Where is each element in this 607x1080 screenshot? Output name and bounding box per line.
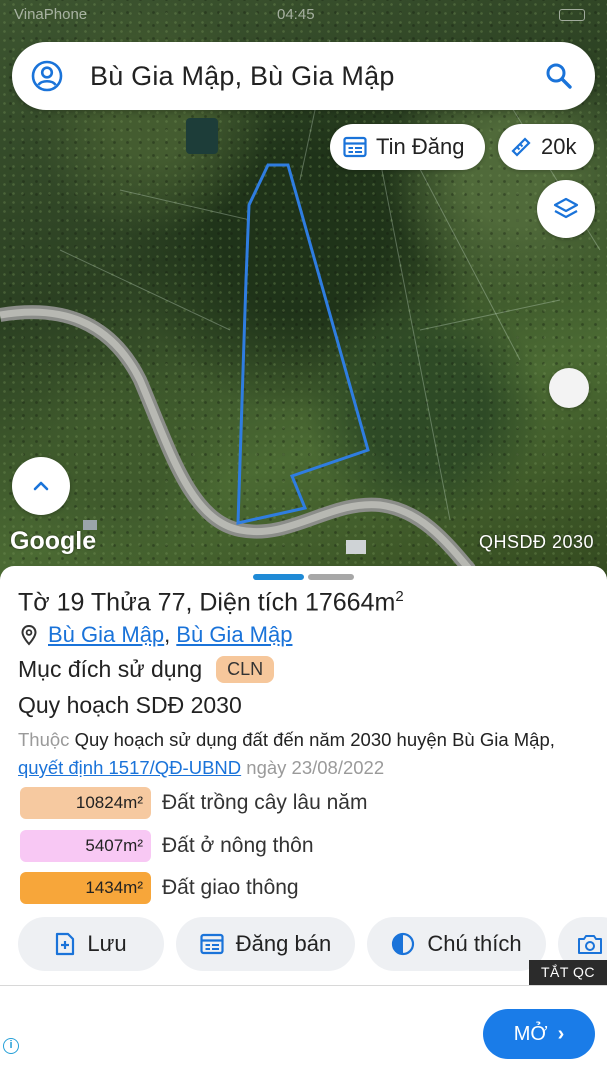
- plan-layer-badge: QHSDĐ 2030: [478, 532, 594, 552]
- parcel-boundary: [236, 163, 370, 525]
- search-icon[interactable]: [543, 60, 575, 92]
- area-value-pill: 5407m²: [20, 830, 151, 862]
- location-pin-icon: [21, 624, 37, 646]
- pond: [186, 118, 218, 154]
- post-for-sale-label: Đăng bán: [235, 931, 332, 956]
- legend-button[interactable]: Chú thích: [367, 917, 546, 971]
- search-bar[interactable]: Bù Gia Mập, Bù Gia Mập: [12, 42, 595, 110]
- ad-open-label: MỞ: [513, 1022, 548, 1045]
- ad-open-button[interactable]: MỞ ›: [483, 1009, 595, 1059]
- area-value-pill: 10824m²: [20, 787, 151, 819]
- plan-description: Thuộc Quy hoạch sử dụng đất đến năm 2030…: [18, 726, 588, 782]
- calendar-list-icon: [343, 136, 367, 158]
- status-bar: VinaPhone 04:45: [0, 0, 607, 30]
- plan-date: ngày 23/08/2022: [246, 757, 385, 778]
- sheet-handle-inactive[interactable]: [308, 574, 354, 580]
- opacity-slider-knob[interactable]: [549, 368, 589, 408]
- land-usage-row: Mục đích sử dụng CLN: [18, 656, 275, 683]
- add-photo-icon: [578, 935, 602, 954]
- plan-name: Quy hoạch sử dụng đất đến năm 2030 huyện…: [74, 729, 555, 750]
- plan-prefix: Thuộc: [18, 729, 70, 750]
- expand-up-button[interactable]: [12, 457, 70, 515]
- battery-icon: [559, 9, 585, 21]
- carrier-label: VinaPhone: [14, 6, 88, 23]
- add-bookmark-icon: [56, 932, 75, 956]
- chevron-right-icon: ›: [557, 1022, 565, 1045]
- save-button[interactable]: Lưu: [18, 917, 164, 971]
- post-for-sale-button[interactable]: Đăng bán: [176, 917, 355, 971]
- location-row: Bù Gia Mập , Bù Gia Mập: [20, 622, 292, 648]
- area-label: Đất giao thông: [162, 876, 299, 899]
- chevron-up-icon: [33, 481, 49, 491]
- scale-chip[interactable]: 20k: [498, 124, 594, 170]
- area-row: 5407m² Đất ở nông thôn: [20, 829, 314, 863]
- calendar-list-icon: [200, 933, 224, 955]
- sheet-handle-active[interactable]: [253, 574, 304, 580]
- listings-chip-label: Tin Đăng: [376, 134, 465, 159]
- area-unit-superscript: 2: [395, 588, 404, 605]
- plan-decision-link[interactable]: quyết định 1517/QĐ-UBND: [18, 757, 241, 778]
- land-usage-label: Mục đích sử dụng: [18, 656, 203, 682]
- search-input[interactable]: Bù Gia Mập, Bù Gia Mập: [90, 61, 395, 92]
- area-label: Đất ở nông thôn: [162, 834, 314, 857]
- area-value-pill: 1434m²: [20, 872, 151, 904]
- ad-info-icon[interactable]: i: [3, 1038, 19, 1054]
- land-usage-code-badge: CLN: [216, 656, 275, 683]
- parcel-info-sheet: Tờ 19 Thửa 77, Diện tích 17664m2 Bù Gia …: [0, 566, 607, 986]
- contrast-icon: [392, 932, 415, 956]
- district-link[interactable]: Bù Gia Mập: [176, 622, 292, 648]
- legend-button-label: Chú thích: [427, 931, 522, 956]
- area-row: 1434m² Đất giao thông: [20, 871, 299, 905]
- parcel-title: Tờ 19 Thửa 77, Diện tích 17664m2: [18, 588, 404, 617]
- area-row: 10824m² Đất trồng cây lâu năm: [20, 786, 367, 820]
- save-button-label: Lưu: [87, 931, 127, 956]
- account-icon[interactable]: [30, 59, 64, 93]
- layers-icon: [553, 197, 579, 219]
- clock: 04:45: [277, 6, 315, 23]
- parcel-title-text: Tờ 19 Thửa 77, Diện tích 17664m: [18, 588, 396, 617]
- plan-heading: Quy hoạch SDĐ 2030: [18, 692, 242, 718]
- layers-button[interactable]: [537, 180, 595, 238]
- listings-chip[interactable]: Tin Đăng: [330, 124, 485, 170]
- commune-link[interactable]: Bù Gia Mập: [48, 622, 164, 648]
- satellite-map[interactable]: VinaPhone 04:45 Bù Gia Mập, Bù Gia Mập T…: [0, 0, 607, 585]
- ad-banner: i MỞ ›: [0, 985, 607, 1080]
- close-ad-button[interactable]: TẮT QC: [529, 960, 607, 985]
- area-label: Đất trồng cây lâu năm: [162, 791, 368, 814]
- scale-chip-label: 20k: [541, 134, 577, 159]
- location-separator: ,: [164, 622, 171, 647]
- google-logo: Google: [10, 527, 97, 555]
- ruler-icon: [511, 137, 531, 157]
